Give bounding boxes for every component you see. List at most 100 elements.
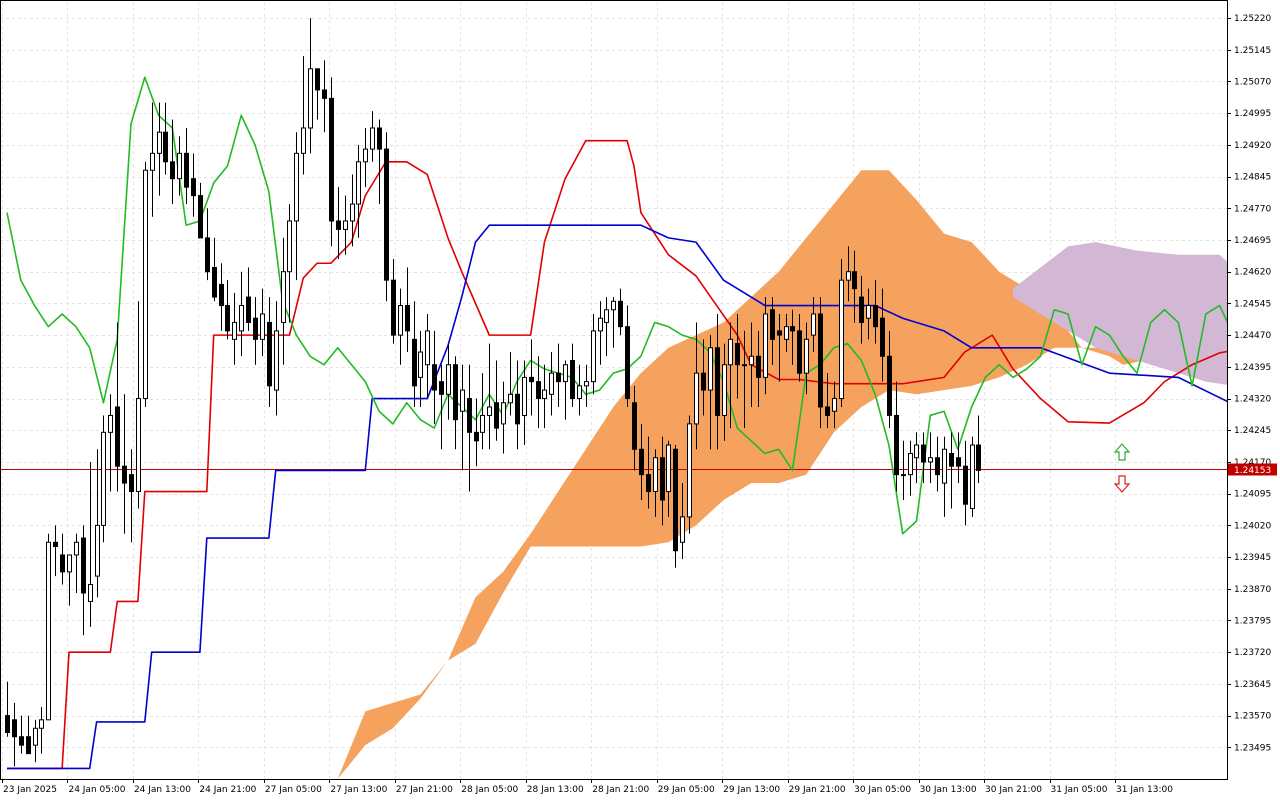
- candle-body: [157, 131, 162, 154]
- x-tick-label: 28 Jan 21:00: [592, 785, 649, 795]
- y-tick-label: 1.24770: [1234, 204, 1271, 214]
- candle-body: [625, 326, 630, 400]
- candle-body: [577, 385, 582, 400]
- x-tick-label: 27 Jan 05:00: [265, 785, 322, 795]
- candle-body: [74, 541, 79, 556]
- candle-body: [274, 330, 279, 391]
- x-tick-label: 29 Jan 05:00: [658, 785, 715, 795]
- candle-body: [205, 237, 210, 273]
- candle: [184, 127, 189, 205]
- candle-body: [804, 338, 809, 374]
- x-tick-label: 30 Jan 13:00: [920, 785, 977, 795]
- candle: [219, 263, 224, 331]
- candle: [446, 343, 451, 420]
- candle: [549, 352, 554, 416]
- candle-body: [570, 359, 575, 400]
- candle: [143, 161, 148, 407]
- candle-body: [191, 178, 196, 197]
- candle: [914, 432, 919, 484]
- candle: [508, 352, 513, 416]
- x-tick-label: 24 Jan 21:00: [199, 785, 256, 795]
- candle-body: [701, 372, 706, 391]
- candle: [384, 132, 389, 302]
- candle-body: [177, 152, 182, 180]
- candle: [246, 267, 251, 331]
- candle-body: [53, 541, 58, 547]
- y-tick-label: 1.23945: [1234, 553, 1271, 563]
- candle-body: [412, 338, 417, 387]
- candle-body: [453, 364, 458, 421]
- candle-body: [260, 313, 265, 340]
- candle-body: [708, 347, 713, 391]
- candle-body: [646, 474, 651, 493]
- candle-body: [970, 444, 975, 509]
- candle-body: [67, 554, 72, 573]
- candle: [212, 237, 217, 302]
- candle-body: [660, 457, 665, 501]
- ichimoku-chart: 1.25220 1.25145 1.25070 1.24995 1.24920 1.248…: [0, 0, 1280, 800]
- candle: [391, 259, 396, 344]
- candle: [687, 415, 692, 534]
- x-tick-label: 31 Jan 13:00: [1116, 785, 1173, 795]
- candle-body: [611, 300, 616, 311]
- candle-body: [935, 457, 940, 476]
- candle: [894, 381, 899, 492]
- candle-body: [894, 414, 899, 476]
- candle-body: [487, 406, 492, 416]
- candle-body: [287, 220, 292, 273]
- candle: [5, 681, 10, 737]
- candle-body: [219, 283, 224, 307]
- candle-body: [81, 537, 86, 594]
- candle: [39, 707, 44, 754]
- candle-body: [281, 271, 286, 323]
- candle-body: [508, 393, 513, 404]
- candle-body: [921, 444, 926, 463]
- candle-body: [680, 516, 685, 543]
- y-tick-label: 1.24470: [1234, 331, 1271, 341]
- candle-body: [797, 330, 802, 374]
- candle: [611, 297, 616, 348]
- candle-body: [108, 414, 113, 433]
- candle-body: [811, 313, 816, 336]
- y-tick-label: 1.24695: [1234, 236, 1271, 246]
- candle-body: [460, 389, 465, 412]
- candle-body: [673, 448, 678, 552]
- grid-layer: [0, 2, 1227, 779]
- candle-body: [253, 317, 258, 340]
- candle: [260, 288, 265, 357]
- candle: [604, 297, 609, 357]
- candle-body: [859, 296, 864, 323]
- candle: [942, 436, 947, 517]
- candle-body: [370, 127, 375, 150]
- candle: [901, 440, 906, 500]
- candle: [170, 119, 175, 205]
- arrow-down-icon: [1113, 475, 1131, 493]
- candle-body: [12, 719, 17, 738]
- candle-body: [336, 220, 341, 230]
- candle: [60, 533, 65, 585]
- candle: [598, 301, 603, 365]
- candle-body: [722, 364, 727, 416]
- candle: [928, 432, 933, 484]
- candle-body: [666, 444, 671, 493]
- candle-body: [115, 406, 120, 467]
- candle-body: [591, 330, 596, 383]
- candle: [515, 360, 520, 450]
- candle-body: [653, 457, 658, 493]
- y-tick-label: 1.24995: [1234, 109, 1271, 119]
- candle-body: [784, 326, 789, 340]
- candle-body: [418, 351, 423, 378]
- candle-body: [742, 364, 747, 367]
- candle: [949, 432, 954, 509]
- candle: [591, 313, 596, 395]
- candle: [584, 364, 589, 407]
- candle: [253, 297, 258, 365]
- candle-body: [239, 305, 244, 332]
- candle-body: [363, 148, 368, 163]
- candle-body: [976, 444, 981, 471]
- candle-body: [790, 326, 795, 332]
- candle-body: [356, 161, 361, 205]
- candle: [908, 440, 913, 496]
- candle: [95, 449, 100, 598]
- candle: [370, 111, 375, 162]
